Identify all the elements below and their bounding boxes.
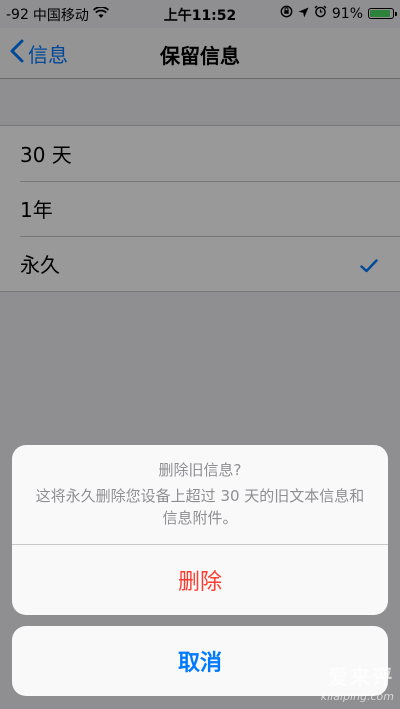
delete-button[interactable]: 删除: [12, 545, 388, 615]
action-sheet: 删除旧信息? 这将永久删除您设备上超过 30 天的旧文本信息和信息附件。 删除: [12, 445, 388, 615]
action-sheet-header: 删除旧信息? 这将永久删除您设备上超过 30 天的旧文本信息和信息附件。: [12, 445, 388, 545]
action-sheet-title: 删除旧信息?: [158, 461, 242, 479]
action-sheet-message: 这将永久删除您设备上超过 30 天的旧文本信息和信息附件。: [35, 487, 365, 527]
watermark-sub-text: kilaiping.com: [320, 690, 394, 703]
screen: -92 中国移动 上午11:52 91% 信息 保留信息 30 天 1年 永久 …: [0, 0, 400, 709]
watermark-main-text: 爱来评: [328, 665, 394, 689]
watermark-logo: 爱来评 kilaiping.com: [321, 661, 394, 703]
